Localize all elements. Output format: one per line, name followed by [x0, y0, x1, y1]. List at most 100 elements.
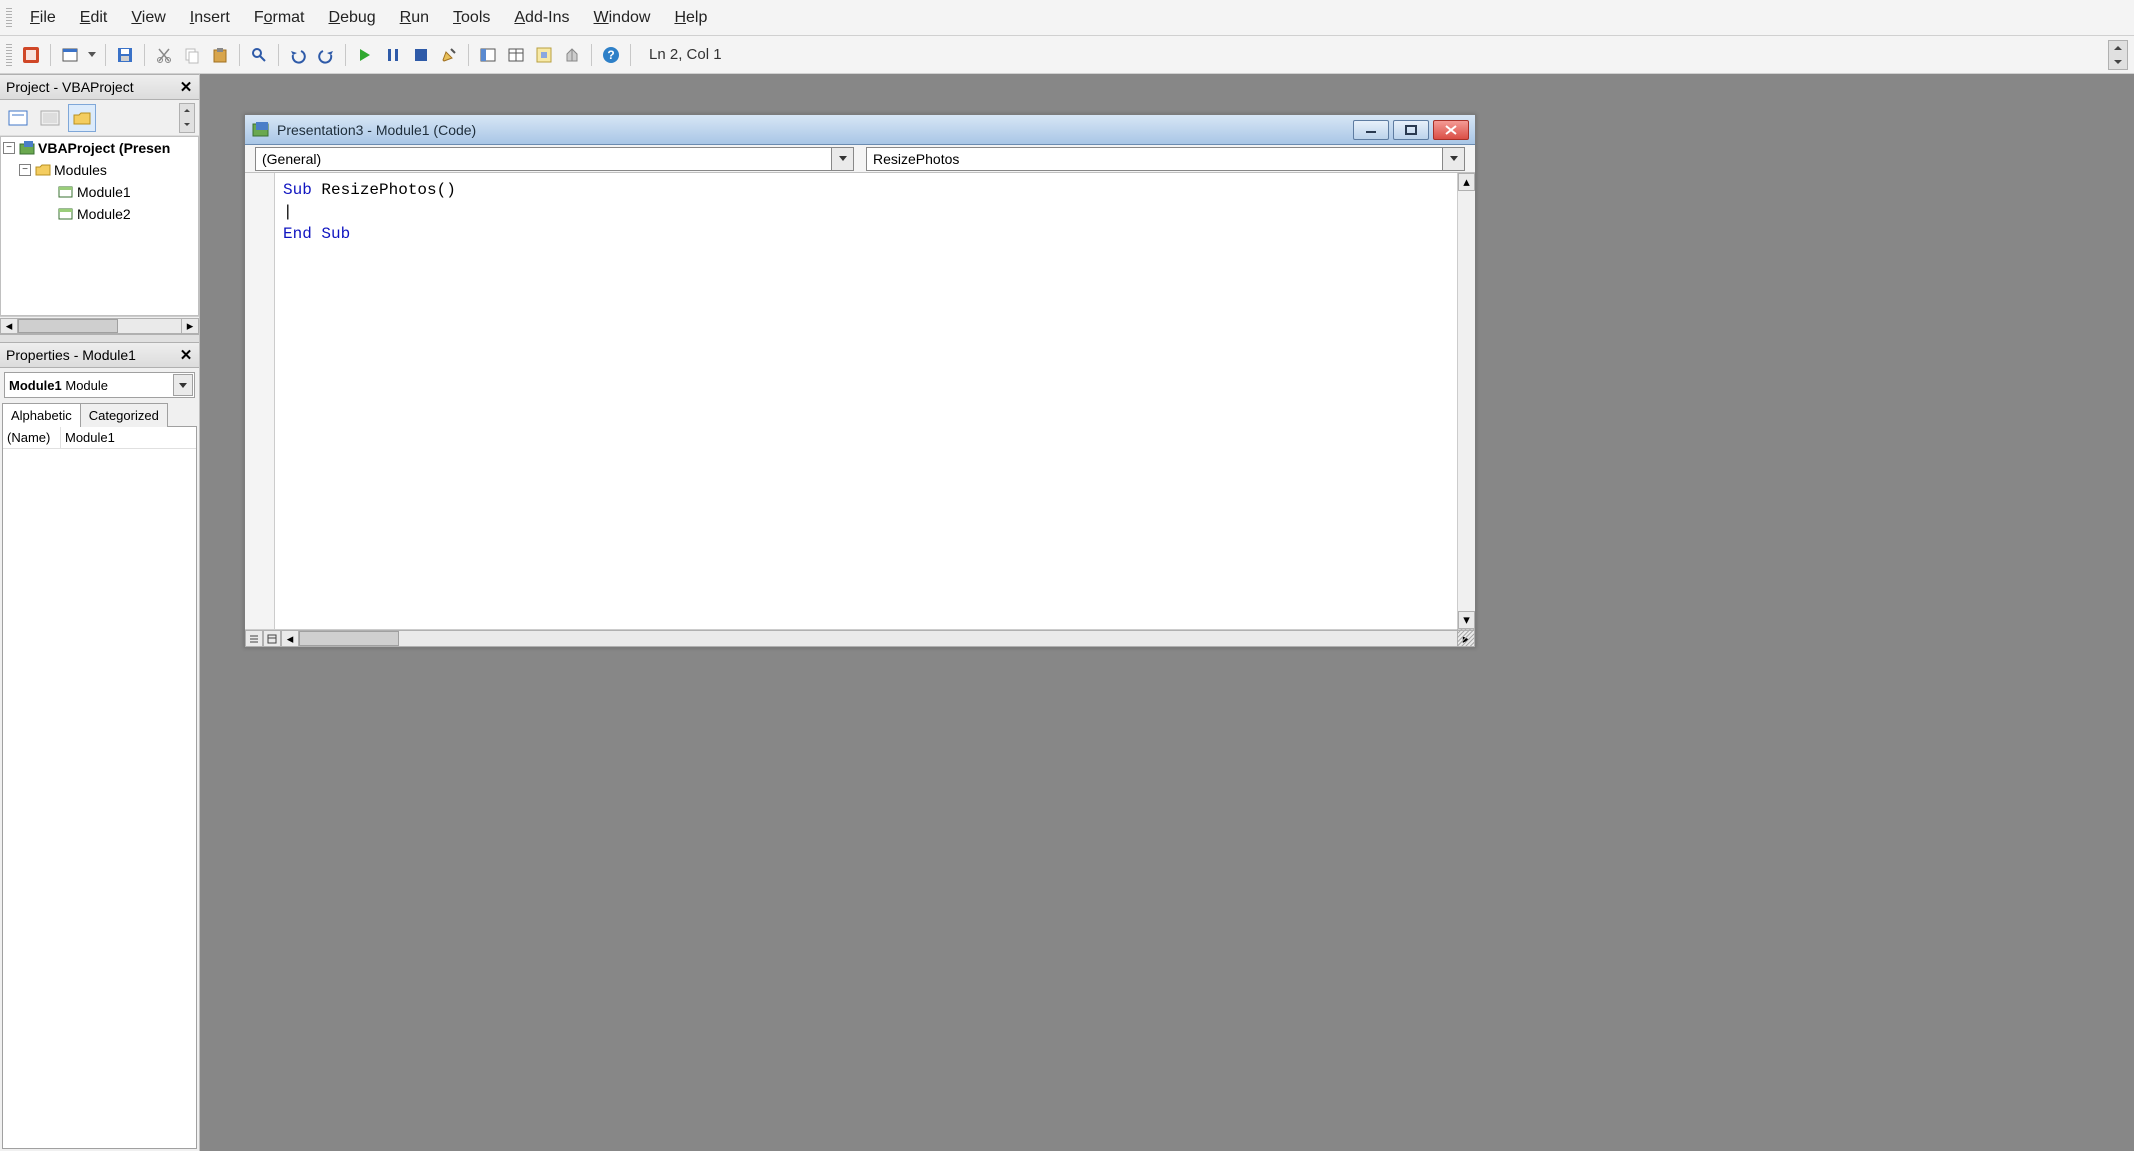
- code-window-bottom: ◂ ▸: [245, 629, 1475, 647]
- run-icon[interactable]: [352, 42, 378, 68]
- menu-file[interactable]: FFileile: [18, 5, 68, 31]
- project-panel-toolbar: [0, 100, 199, 136]
- tree-modules-folder-label: Modules: [54, 162, 107, 178]
- menu-edit[interactable]: EditEdit: [68, 5, 120, 31]
- properties-panel-title-text: Properties - Module1: [6, 347, 136, 363]
- module-icon: [57, 184, 75, 200]
- tree-module-label[interactable]: Module2: [77, 206, 131, 222]
- project-panel-close-icon[interactable]: ✕: [175, 76, 197, 98]
- project-panel-title: Project - VBAProject ✕: [0, 74, 199, 100]
- tree-collapse-icon[interactable]: −: [19, 164, 31, 176]
- scroll-up-icon[interactable]: ▴: [1458, 173, 1475, 191]
- vbaproject-icon: [18, 140, 36, 156]
- undo-icon[interactable]: [285, 42, 311, 68]
- resize-grip-icon[interactable]: [1457, 629, 1475, 647]
- object-dropdown-value: (General): [262, 151, 321, 167]
- object-dropdown[interactable]: (General): [255, 147, 854, 171]
- save-icon[interactable]: [112, 42, 138, 68]
- menu-window[interactable]: WindowWindow: [582, 5, 663, 31]
- toolbar-grip: [6, 44, 12, 66]
- properties-object-type: Module: [65, 378, 108, 393]
- project-panel-title-text: Project - VBAProject: [6, 79, 134, 95]
- code-window-title-text: Presentation3 - Module1 (Code): [277, 122, 476, 138]
- cut-icon[interactable]: [151, 42, 177, 68]
- menu-help[interactable]: HelpHelp: [662, 5, 719, 31]
- dropdown-arrow-icon[interactable]: [173, 374, 193, 396]
- scroll-thumb[interactable]: [18, 319, 118, 333]
- code-window-selectors: (General) ResizePhotos: [245, 145, 1475, 173]
- project-explorer-icon[interactable]: [475, 42, 501, 68]
- help-icon[interactable]: ?: [598, 42, 624, 68]
- powerpoint-icon[interactable]: [18, 42, 44, 68]
- main-area: Project - VBAProject ✕ − VBAProject (Pre…: [0, 74, 2134, 1151]
- insert-module-icon[interactable]: [57, 42, 83, 68]
- code-editor[interactable]: Sub ResizePhotos() | End Sub: [275, 173, 1457, 629]
- tab-categorized[interactable]: Categorized: [80, 403, 168, 427]
- scroll-down-icon[interactable]: ▾: [1458, 611, 1475, 629]
- procedure-view-icon[interactable]: [245, 630, 263, 647]
- toolbox-icon[interactable]: [559, 42, 585, 68]
- design-mode-icon[interactable]: [436, 42, 462, 68]
- code-window-titlebar[interactable]: Presentation3 - Module1 (Code): [245, 115, 1475, 145]
- minimize-button[interactable]: [1353, 120, 1389, 140]
- code-window: Presentation3 - Module1 (Code) (General)…: [244, 114, 1476, 648]
- properties-panel-title: Properties - Module1 ✕: [0, 342, 199, 368]
- properties-object-name: Module1: [9, 378, 62, 393]
- project-tree[interactable]: − VBAProject (Presen − Modules Module1 M…: [0, 136, 199, 316]
- dropdown-arrow-icon[interactable]: [831, 148, 853, 170]
- insert-module-dropdown[interactable]: [85, 42, 99, 68]
- cursor-position-label: Ln 2, Col 1: [649, 46, 722, 63]
- procedure-dropdown[interactable]: ResizePhotos: [866, 147, 1465, 171]
- property-row: (Name) Module1: [3, 427, 196, 449]
- redo-icon[interactable]: [313, 42, 339, 68]
- menu-run[interactable]: RunRun: [388, 5, 441, 31]
- full-module-view-icon[interactable]: [263, 630, 281, 647]
- object-browser-icon[interactable]: [531, 42, 557, 68]
- code-margin: [245, 173, 275, 629]
- properties-grid[interactable]: (Name) Module1: [2, 426, 197, 1149]
- menu-view[interactable]: ViewView: [119, 5, 177, 31]
- scroll-left-icon[interactable]: ◂: [0, 318, 18, 334]
- stop-icon[interactable]: [408, 42, 434, 68]
- toolbar-overflow[interactable]: [2108, 40, 2128, 70]
- project-tree-hscroll[interactable]: ◂ ▸: [0, 316, 199, 334]
- scroll-left-icon[interactable]: ◂: [281, 630, 299, 647]
- tree-collapse-icon[interactable]: −: [3, 142, 15, 154]
- toggle-folders-icon[interactable]: [68, 104, 96, 132]
- vertical-scrollbar[interactable]: ▴ ▾: [1457, 173, 1475, 629]
- view-code-icon[interactable]: [4, 104, 32, 132]
- property-value[interactable]: Module1: [61, 427, 196, 448]
- menubar-grip: [6, 8, 12, 28]
- tree-root-label: VBAProject (Presen: [38, 140, 170, 156]
- properties-window-icon[interactable]: [503, 42, 529, 68]
- close-button[interactable]: [1433, 120, 1469, 140]
- copy-icon[interactable]: [179, 42, 205, 68]
- menu-tools[interactable]: ToolsTools: [441, 5, 502, 31]
- maximize-button[interactable]: [1393, 120, 1429, 140]
- properties-object-dropdown[interactable]: Module1 Module: [4, 372, 195, 398]
- property-key: (Name): [3, 427, 61, 448]
- find-icon[interactable]: [246, 42, 272, 68]
- module-icon: [57, 206, 75, 222]
- view-object-icon[interactable]: [36, 104, 64, 132]
- code-window-icon: [251, 120, 271, 140]
- scroll-right-icon[interactable]: ▸: [181, 318, 199, 334]
- tab-alphabetic[interactable]: Alphabetic: [2, 403, 81, 427]
- properties-panel-close-icon[interactable]: ✕: [175, 344, 197, 366]
- menu-format[interactable]: FormatFormat: [242, 5, 317, 31]
- menu-addins[interactable]: Add-InsAdd-Ins: [502, 5, 581, 31]
- menu-bar: FFileile EditEdit ViewView InsertInsert …: [0, 0, 2134, 36]
- svg-text:?: ?: [607, 48, 614, 62]
- scroll-thumb[interactable]: [299, 631, 399, 646]
- tree-module-label[interactable]: Module1: [77, 184, 131, 200]
- left-panel-column: Project - VBAProject ✕ − VBAProject (Pre…: [0, 74, 200, 1151]
- toolbar: ? Ln 2, Col 1: [0, 36, 2134, 74]
- horizontal-scrollbar[interactable]: [299, 630, 1457, 647]
- properties-tabs: Alphabetic Categorized: [0, 402, 199, 426]
- paste-icon[interactable]: [207, 42, 233, 68]
- dropdown-arrow-icon[interactable]: [1442, 148, 1464, 170]
- project-toolbar-overflow[interactable]: [179, 103, 195, 133]
- pause-icon[interactable]: [380, 42, 406, 68]
- menu-insert[interactable]: InsertInsert: [178, 5, 242, 31]
- menu-debug[interactable]: DebugDebug: [317, 5, 388, 31]
